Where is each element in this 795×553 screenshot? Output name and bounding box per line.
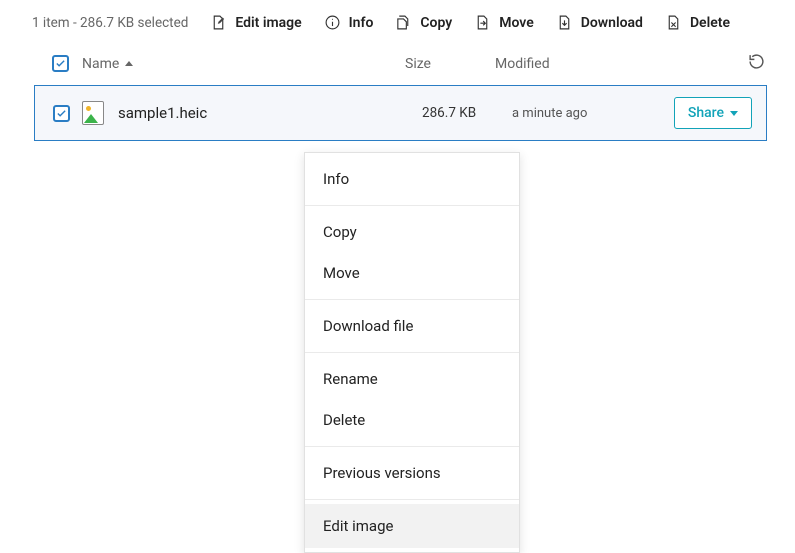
download-icon xyxy=(556,14,573,31)
delete-label: Delete xyxy=(690,15,730,31)
copy-icon xyxy=(395,14,412,31)
move-button[interactable]: Move xyxy=(474,14,534,31)
file-modified: a minute ago xyxy=(512,106,652,121)
download-button[interactable]: Download xyxy=(556,14,643,31)
row-checkbox[interactable] xyxy=(53,105,70,122)
download-label: Download xyxy=(581,15,643,31)
info-label: Info xyxy=(349,15,374,31)
copy-label: Copy xyxy=(420,15,452,31)
copy-button[interactable]: Copy xyxy=(395,14,452,31)
ctx-delete[interactable]: Delete xyxy=(305,401,519,442)
delete-button[interactable]: Delete xyxy=(665,14,730,31)
ctx-previous-versions[interactable]: Previous versions xyxy=(305,451,519,495)
sort-asc-icon xyxy=(125,61,133,66)
edit-icon xyxy=(210,14,227,31)
selection-info: 1 item - 286.7 KB selected xyxy=(32,15,188,31)
column-size-header[interactable]: Size xyxy=(405,56,495,72)
move-icon xyxy=(474,14,491,31)
table-row[interactable]: sample1.heic 286.7 KB a minute ago Share xyxy=(34,85,767,141)
column-modified-header[interactable]: Modified xyxy=(495,56,635,72)
edit-image-label: Edit image xyxy=(235,15,301,31)
refresh-icon[interactable] xyxy=(748,53,765,70)
delete-icon xyxy=(665,14,682,31)
chevron-down-icon xyxy=(730,111,738,116)
ctx-copy[interactable]: Copy xyxy=(305,210,519,254)
column-name-label: Name xyxy=(82,56,119,72)
info-icon xyxy=(324,14,341,31)
edit-image-button[interactable]: Edit image xyxy=(210,14,301,31)
column-name-header[interactable]: Name xyxy=(82,56,405,72)
ctx-move[interactable]: Move xyxy=(305,254,519,295)
toolbar: 1 item - 286.7 KB selected Edit image In… xyxy=(0,0,795,43)
move-label: Move xyxy=(499,15,534,31)
share-button[interactable]: Share xyxy=(674,97,752,129)
ctx-info[interactable]: Info xyxy=(305,157,519,201)
image-file-icon xyxy=(82,101,104,125)
ctx-rename[interactable]: Rename xyxy=(305,357,519,401)
info-button[interactable]: Info xyxy=(324,14,374,31)
context-menu: Info Copy Move Download file Rename Dele… xyxy=(304,152,520,553)
file-name: sample1.heic xyxy=(118,104,422,122)
file-size: 286.7 KB xyxy=(422,105,512,121)
select-all-checkbox[interactable] xyxy=(52,55,82,72)
share-label: Share xyxy=(688,105,724,121)
ctx-download-file[interactable]: Download file xyxy=(305,304,519,348)
table-header: Name Size Modified xyxy=(0,43,795,85)
ctx-edit-image[interactable]: Edit image xyxy=(305,504,519,548)
